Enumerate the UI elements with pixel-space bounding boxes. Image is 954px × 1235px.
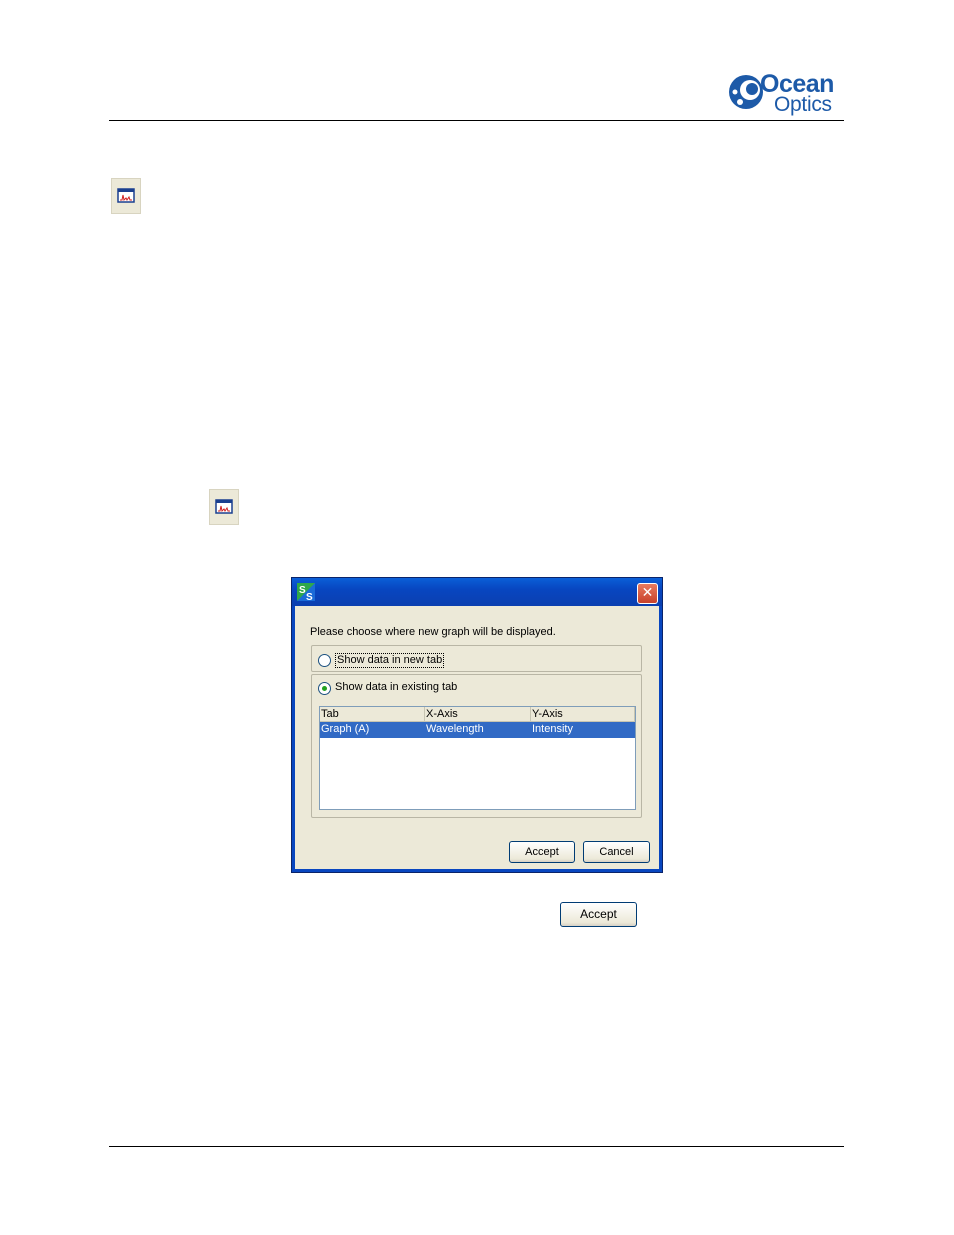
logo-text-optics: Optics — [774, 93, 832, 116]
cancel-button[interactable]: Cancel — [583, 841, 650, 863]
accept-button-illustration[interactable]: Accept — [560, 902, 637, 927]
spectrasuite-app-icon: S S — [297, 583, 315, 601]
dialog-frame-bottom — [292, 869, 662, 872]
graph-icon — [117, 188, 135, 203]
graph-icon[interactable] — [209, 489, 239, 525]
svg-text:S: S — [299, 585, 306, 596]
column-header-x-axis[interactable]: X-Axis — [425, 707, 531, 721]
ocean-optics-logo: Ocean Optics — [726, 68, 846, 116]
column-header-tab[interactable]: Tab — [320, 707, 425, 721]
accept-button[interactable]: Accept — [509, 841, 575, 863]
footer-divider — [109, 1146, 844, 1147]
dialog-frame-left — [292, 606, 295, 872]
close-icon: ✕ — [641, 585, 654, 601]
table-row[interactable]: Graph (A) Wavelength Intensity — [320, 722, 635, 738]
graph-icon — [215, 499, 233, 514]
header-divider — [109, 120, 844, 121]
radio-existing-tab-label[interactable]: Show data in existing tab — [335, 681, 457, 694]
dialog-titlebar[interactable]: S S ✕ — [292, 578, 662, 606]
radio-new-tab[interactable] — [318, 654, 331, 667]
table-header: Tab X-Axis Y-Axis — [320, 707, 635, 722]
table-cell-tab: Graph (A) — [321, 723, 370, 735]
column-header-y-axis[interactable]: Y-Axis — [531, 707, 635, 721]
dialog-frame-right — [659, 606, 662, 872]
dialog-prompt: Please choose where new graph will be di… — [310, 626, 556, 638]
tab-table: Tab X-Axis Y-Axis Graph (A) Wavelength I… — [319, 706, 636, 810]
svg-text:S: S — [306, 592, 313, 601]
table-cell-y-axis: Intensity — [532, 723, 573, 735]
radio-new-tab-label[interactable]: Show data in new tab — [335, 653, 445, 668]
radio-selected-dot — [322, 686, 327, 691]
graph-icon[interactable] — [111, 178, 141, 214]
radio-existing-tab[interactable] — [318, 682, 331, 695]
table-cell-x-axis: Wavelength — [426, 723, 484, 735]
graph-location-dialog: S S ✕ Please choose where new graph will… — [291, 577, 663, 873]
close-button[interactable]: ✕ — [637, 583, 658, 604]
